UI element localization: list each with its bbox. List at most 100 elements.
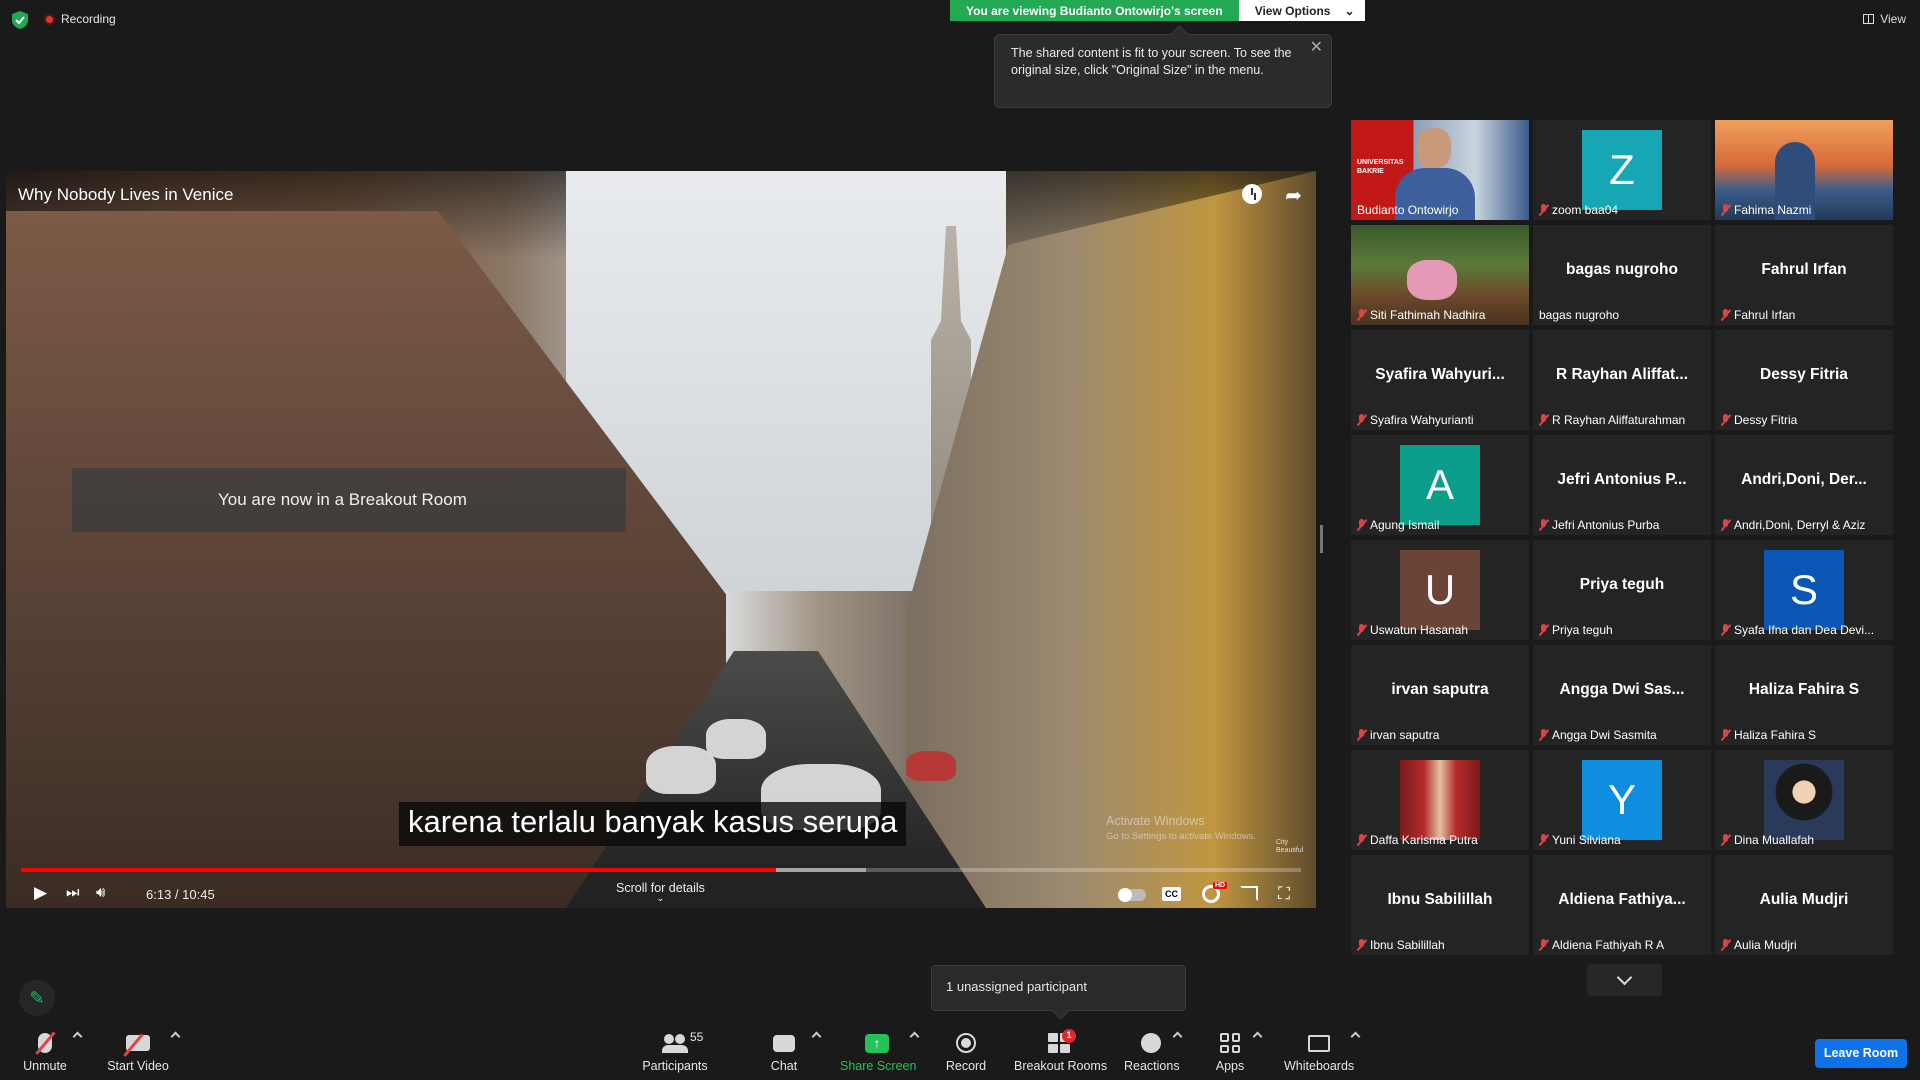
participant-tile[interactable]: bagas nugroho bagas nugroho [1533,225,1711,325]
participant-tile[interactable]: S Syafa Ifna dan Dea Devi... [1715,540,1893,640]
microphone-muted-icon [1721,939,1730,951]
participant-tile[interactable]: Angga Dwi Sas... Angga Dwi Sasmita [1533,645,1711,745]
participant-name-label: Dessy Fitria [1721,413,1797,427]
participant-display-name: Ibnu Sabilillah [1387,891,1493,908]
settings-gear-icon[interactable]: HD [1202,882,1228,903]
microphone-muted-icon [1721,309,1730,321]
participant-tile[interactable]: Aulia Mudjri Aulia Mudjri [1715,855,1893,955]
plant-pot [1407,260,1457,300]
participant-tile[interactable]: U Uswatun Hasanah [1351,540,1529,640]
participant-name-label: bagas nugroho [1539,308,1619,322]
channel-brand: City Beautiful [1276,839,1304,854]
participant-tile[interactable]: Haliza Fahira S Haliza Fahira S [1715,645,1893,745]
volume-icon[interactable]: 🔊︎ [96,884,105,901]
participant-name: Dessy Fitria [1734,413,1798,427]
participant-name: bagas nugroho [1539,308,1620,322]
close-icon[interactable]: ✕ [1310,39,1323,56]
view-options-label: View Options [1254,3,1331,18]
participant-tile[interactable]: Andri,Doni, Der... Andri,Doni, Derryl & A… [1715,435,1893,535]
view-options-button[interactable]: View Options ⌄ [1238,0,1365,21]
audio-options-caret[interactable] [72,1031,83,1042]
chat-options-caret[interactable] [811,1031,822,1042]
microphone-muted-icon [1357,414,1366,426]
participant-tile[interactable]: A Agung Ismail [1351,435,1529,535]
participant-name-label: Uswatun Hasanah [1357,623,1468,637]
participant-tile[interactable]: Aldiena Fathiya... Aldiena Fathiyah R A [1533,855,1711,955]
microphone-muted-icon [1721,624,1730,636]
breakout-badge: 1 [1062,1029,1076,1043]
microphone-muted-icon [1357,939,1366,951]
participant-tile[interactable]: Fahima Nazmi [1715,120,1893,220]
annotate-pen-icon[interactable]: ✎ [19,980,55,1016]
unassigned-participant-popup[interactable]: 1 unassigned participant [931,965,1186,1011]
video-options-caret[interactable] [170,1031,181,1042]
avatar: S [1764,550,1844,630]
watch-later-icon[interactable] [1242,184,1262,204]
whiteboards-button[interactable]: Whiteboards [1284,1029,1354,1073]
participant-tile[interactable]: Jefri Antonius P... Jefri Antonius Purba [1533,435,1711,535]
camera-off-icon [126,1035,150,1051]
meeting-toolbar: Unmute Start Video Participants 55 Chat … [0,1021,1920,1080]
gallery-next-page-button[interactable] [1587,964,1662,996]
unmute-button[interactable]: Unmute [20,1029,70,1073]
security-shield-icon[interactable] [12,11,28,29]
start-video-button[interactable]: Start Video [106,1029,170,1073]
participant-name: Budianto Ontowirjo [1357,203,1459,217]
participant-tile[interactable]: Dina Muallafah [1715,750,1893,850]
participant-name-label: Fahima Nazmi [1721,203,1811,217]
video-title[interactable]: Why Nobody Lives in Venice [18,185,233,205]
top-bar: Recording You are viewing Budianto Ontow… [0,0,1920,40]
scroll-for-details[interactable]: Scroll for details ⌄ [616,881,705,904]
participant-display-name: bagas nugroho [1566,261,1678,278]
participant-tile[interactable]: R Rayhan Aliffat... R Rayhan Aliffaturahm… [1533,330,1711,430]
view-button[interactable]: View [1863,12,1906,26]
participant-tile[interactable]: Ibnu Sabilillah Ibnu Sabilillah [1351,855,1529,955]
participant-name-label: Dina Muallafah [1721,833,1814,847]
viewing-banner: You are viewing Budianto Ontowirjo's scr… [950,0,1365,21]
next-icon[interactable]: ⏭ [66,884,80,901]
participant-tile[interactable]: Fahrul Irfan Fahrul Irfan [1715,225,1893,325]
share-arrow-icon[interactable]: ➦ [1285,183,1302,208]
microphone-muted-icon [1357,729,1366,741]
participant-name-label: R Rayhan Aliffaturahman [1539,413,1685,427]
record-button[interactable]: Record [944,1029,988,1073]
cast-icon[interactable] [1240,886,1258,901]
participant-tile[interactable]: Dessy Fitria Dessy Fitria [1715,330,1893,430]
play-icon[interactable]: ▶ [34,883,47,903]
participant-tile[interactable]: Y Yuni Silviana [1533,750,1711,850]
panel-splitter[interactable] [1320,525,1323,553]
profile-photo [1764,760,1844,840]
chevron-down-icon: ⌄ [1344,3,1355,18]
video-progress-bar[interactable] [21,868,1301,872]
breakout-rooms-button[interactable]: 1 Breakout Rooms [1014,1029,1107,1073]
participant-tile[interactable]: Priya teguh Priya teguh [1533,540,1711,640]
participant-name-label: Daffa Karisma Putra [1357,833,1478,847]
recording-indicator[interactable]: Recording [44,12,116,26]
reaction-smiley-icon [1141,1033,1161,1053]
shared-screen-video[interactable]: Why Nobody Lives in Venice ➦ You are now… [6,171,1316,908]
participant-display-name: Fahrul Irfan [1761,261,1847,278]
participant-name: Syafa Ifna dan Dea Devi... [1734,623,1875,637]
chat-button[interactable]: Chat [764,1029,804,1073]
autoplay-toggle[interactable] [1118,888,1146,902]
share-screen-button[interactable]: ↑ Share Screen [840,1029,916,1073]
apps-options-caret[interactable] [1252,1031,1263,1042]
exit-fullscreen-icon[interactable]: ⛶ [1278,884,1290,904]
captions-button[interactable]: CC [1162,887,1181,901]
apps-button[interactable]: Apps [1210,1029,1250,1073]
participant-tile[interactable]: irvan saputra irvan saputra [1351,645,1529,745]
leave-room-button[interactable]: Leave Room [1815,1039,1907,1068]
apps-label: Apps [1215,1059,1245,1073]
participant-display-name: irvan saputra [1391,681,1489,698]
reactions-button[interactable]: Reactions [1124,1029,1180,1073]
avatar: Z [1582,130,1662,210]
participant-tile[interactable]: Daffa Karisma Putra [1351,750,1529,850]
participant-tile[interactable]: Siti Fathimah Nadhira [1351,225,1529,325]
participant-name: irvan saputra [1370,728,1440,742]
participant-tile[interactable]: UNIVERSITAS BAKRIE Budianto Ontowirjo [1351,120,1529,220]
participant-tile[interactable]: Zzoom baa04 [1533,120,1711,220]
participant-tile[interactable]: Syafira Wahyuri... Syafira Wahyurianti [1351,330,1529,430]
microphone-muted-icon [1721,414,1730,426]
participant-name-label: Syafa Ifna dan Dea Devi... [1721,623,1874,637]
record-icon [956,1033,976,1053]
